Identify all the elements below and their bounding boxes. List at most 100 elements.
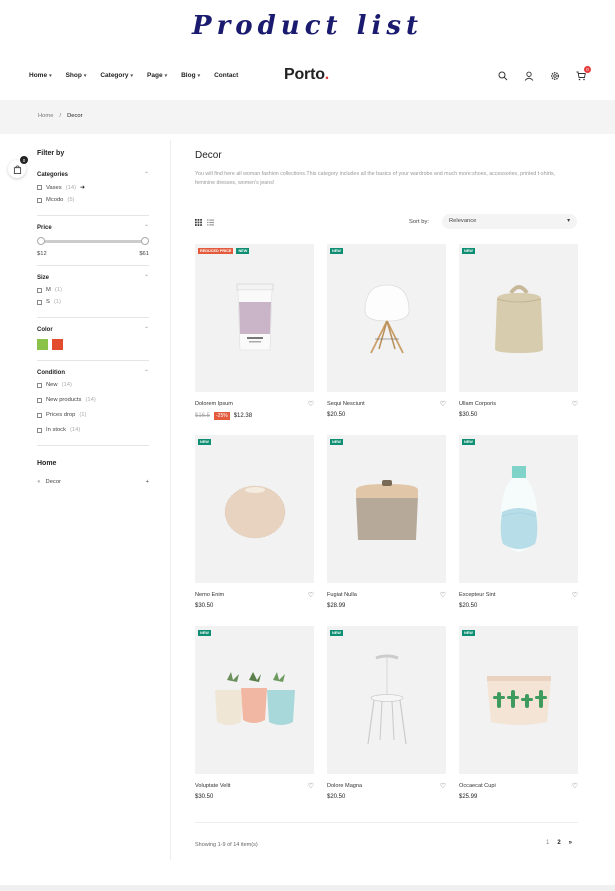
product-image[interactable]: REDUCED PRICE NEW	[195, 244, 314, 392]
color-swatch-green[interactable]	[37, 339, 48, 350]
heart-icon[interactable]: ♡	[440, 782, 446, 790]
product-name[interactable]: Ullam Corporis	[459, 401, 496, 407]
heart-icon[interactable]: ♡	[572, 782, 578, 790]
slider-max-handle[interactable]	[141, 237, 149, 245]
product-name[interactable]: Voluptate Velit	[195, 783, 230, 789]
checkbox[interactable]	[37, 299, 42, 305]
condition-in-stock[interactable]: In stock (14)	[37, 427, 149, 433]
price-header[interactable]: Price ⌃	[37, 224, 149, 232]
chevron-up-icon[interactable]: ⌃	[144, 369, 149, 376]
color-swatch-red[interactable]	[52, 339, 63, 350]
chevron-up-icon[interactable]: ⌃	[144, 171, 149, 178]
breadcrumb-home[interactable]: Home	[38, 113, 53, 119]
expand-plus-icon[interactable]: +	[146, 479, 149, 485]
heart-icon[interactable]: ♡	[572, 591, 578, 599]
product-name[interactable]: Excepteur Sint	[459, 592, 495, 598]
product-labels: NEW	[198, 439, 211, 445]
product-name[interactable]: Sequi Nesciunt	[327, 401, 365, 407]
decor-link[interactable]: ● Decor	[37, 479, 61, 485]
chevron-up-icon[interactable]: ⌃	[144, 224, 149, 231]
user-icon[interactable]	[523, 70, 535, 82]
product-price-row: $20.50	[459, 603, 578, 609]
product-name[interactable]: Fugiat Nulla	[327, 592, 357, 598]
condition-new[interactable]: New (14)	[37, 382, 149, 388]
nav-home[interactable]: Home ▾	[29, 72, 52, 79]
size-s[interactable]: S (1)	[37, 299, 149, 305]
product-image[interactable]: NEW	[459, 626, 578, 774]
product-name[interactable]: Occaecat Cupi	[459, 783, 496, 789]
checkbox[interactable]	[37, 412, 42, 418]
nav-blog[interactable]: Blog ▾	[181, 72, 200, 79]
nav-page-label: Page	[147, 72, 163, 79]
condition-new-products[interactable]: New products (14)	[37, 397, 149, 403]
heart-icon[interactable]: ♡	[308, 782, 314, 790]
category-mcodo[interactable]: Mcodo (5)	[37, 197, 149, 203]
product-card[interactable]: REDUCED PRICE NEW Dolorem Ipsum ♡ $16.5 -25…	[195, 244, 314, 435]
categories-header[interactable]: Categories ⌃	[37, 171, 149, 179]
arrow-right-icon[interactable]: ➜	[80, 184, 85, 191]
condition-prices-drop[interactable]: Prices drop (1)	[37, 412, 149, 418]
heart-icon[interactable]: ♡	[440, 591, 446, 599]
size-m[interactable]: M (1)	[37, 287, 149, 293]
product-image[interactable]: NEW	[195, 435, 314, 583]
nav-contact[interactable]: Contact	[214, 72, 238, 79]
slider-min-handle[interactable]	[37, 237, 45, 245]
floating-cart-button[interactable]: 0	[8, 156, 28, 178]
product-image[interactable]: NEW	[195, 626, 314, 774]
nav-category[interactable]: Category ▾	[100, 72, 133, 79]
product-card[interactable]: NEW Occaecat Cupi ♡ $25.99	[459, 626, 578, 817]
product-name[interactable]: Dolorem Ipsum	[195, 401, 233, 407]
product-card[interactable]: NEW Sequi Nesciunt ♡ $20.50	[327, 244, 446, 435]
heart-icon[interactable]: ♡	[440, 400, 446, 408]
product-image[interactable]: NEW	[459, 244, 578, 392]
product-image[interactable]: NEW	[327, 244, 446, 392]
product-image[interactable]: NEW	[327, 435, 446, 583]
checkbox[interactable]	[37, 197, 42, 203]
chevron-up-icon[interactable]: ⌃	[144, 326, 149, 333]
product-card[interactable]: NEW Dolore Magna ♡ $20.50	[327, 626, 446, 817]
heart-icon[interactable]: ♡	[308, 591, 314, 599]
home-item-decor[interactable]: ● Decor +	[37, 479, 149, 485]
product-card[interactable]: NEW Nemo Enim ♡ $30.50	[195, 435, 314, 626]
checkbox[interactable]	[37, 185, 42, 190]
checkbox[interactable]	[37, 287, 42, 293]
price-slider[interactable]	[37, 237, 149, 245]
search-icon[interactable]	[497, 70, 509, 82]
new-label: NEW	[198, 630, 211, 636]
checkbox[interactable]	[37, 427, 42, 433]
product-image[interactable]: NEW	[459, 435, 578, 583]
sort-select[interactable]: Relevance ▾	[442, 214, 577, 229]
product-image[interactable]: NEW	[327, 626, 446, 774]
product-name-row: Ullam Corporis ♡	[459, 400, 578, 408]
product-card[interactable]: NEW Fugiat Nulla ♡ $28.99	[327, 435, 446, 626]
product-card[interactable]: NEW Ullam Corporis ♡ $30.50	[459, 244, 578, 435]
size-header[interactable]: Size ⌃	[37, 274, 149, 282]
list-view-icon[interactable]	[207, 219, 214, 228]
color-header[interactable]: Color ⌃	[37, 326, 149, 334]
product-card[interactable]: NEW Excepteur Sint ♡ $20.50	[459, 435, 578, 626]
chevron-up-icon[interactable]: ⌃	[144, 274, 149, 281]
condition-header[interactable]: Condition ⌃	[37, 369, 149, 377]
cart-icon[interactable]: 0	[575, 66, 591, 82]
page-1[interactable]: 1	[546, 840, 549, 846]
category-count: (5)	[67, 197, 75, 203]
checkbox[interactable]	[37, 382, 42, 388]
product-name[interactable]: Nemo Enim	[195, 592, 224, 598]
chevron-down-icon: ▾	[83, 72, 87, 79]
product-name-row: Occaecat Cupi ♡	[459, 782, 578, 790]
product-card[interactable]: NEW Voluptate Velit ♡ $30.50	[195, 626, 314, 817]
heart-icon[interactable]: ♡	[308, 400, 314, 408]
nav-shop[interactable]: Shop ▾	[66, 72, 87, 79]
checkbox[interactable]	[37, 397, 42, 403]
nav-page[interactable]: Page ▾	[147, 72, 167, 79]
grid-view-icon[interactable]	[195, 219, 202, 228]
settings-icon[interactable]	[549, 70, 561, 82]
category-vases[interactable]: Vases (14) ➜	[37, 184, 149, 191]
next-page-icon[interactable]: »	[569, 840, 572, 846]
heart-icon[interactable]: ♡	[572, 400, 578, 408]
logo[interactable]: Porto.	[284, 66, 329, 84]
page-2[interactable]: 2	[557, 840, 560, 846]
product-name[interactable]: Dolore Magna	[327, 783, 362, 789]
product-name-row: Nemo Enim ♡	[195, 591, 314, 599]
product-price: $20.50	[459, 603, 478, 609]
